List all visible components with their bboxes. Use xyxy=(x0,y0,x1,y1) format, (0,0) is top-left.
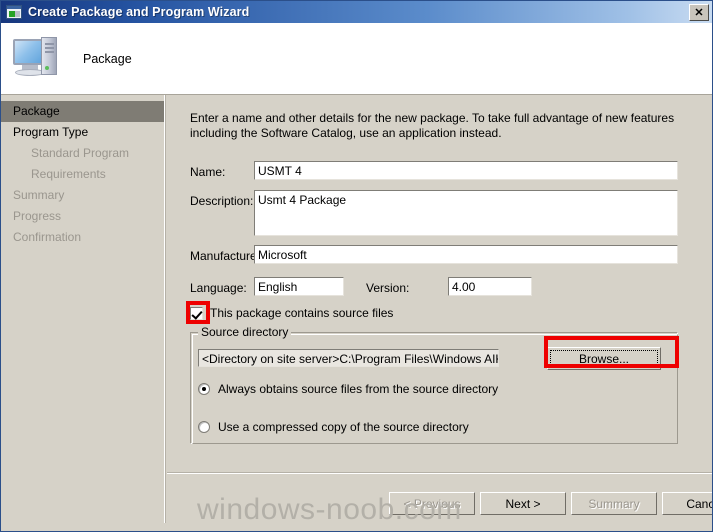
wizard-window-icon xyxy=(6,5,22,19)
wizard-step-list: Package Program Type Standard Program Re… xyxy=(1,95,164,531)
version-label: Version: xyxy=(366,281,410,295)
source-files-checkbox-label: This package contains source files xyxy=(210,306,394,320)
sidebar-item-summary[interactable]: Summary xyxy=(1,185,164,206)
sidebar-item-confirmation[interactable]: Confirmation xyxy=(1,227,164,248)
wizard-dialog: Create Package and Program Wizard ✕ Pack… xyxy=(0,0,713,532)
page-title: Package xyxy=(83,52,132,66)
source-files-checkbox-row[interactable]: This package contains source files xyxy=(190,306,393,320)
source-directory-group-title: Source directory xyxy=(198,325,292,339)
manufacturer-input[interactable]: Microsoft xyxy=(254,245,678,264)
radio-compressed-copy-row[interactable]: Use a compressed copy of the source dire… xyxy=(198,420,469,434)
footer-divider xyxy=(167,473,712,474)
previous-button: < Previous xyxy=(389,492,475,515)
radio-always-obtain-row[interactable]: Always obtains source files from the sou… xyxy=(198,382,498,396)
bottom-strip xyxy=(1,523,712,531)
description-input[interactable]: Usmt 4 Package xyxy=(254,190,678,236)
sidebar-divider xyxy=(164,95,165,531)
sidebar-item-requirements[interactable]: Requirements xyxy=(1,164,164,185)
next-button[interactable]: Next > xyxy=(480,492,566,515)
close-icon[interactable]: ✕ xyxy=(689,4,709,21)
name-input[interactable]: USMT 4 xyxy=(254,161,678,180)
source-files-checkbox[interactable] xyxy=(190,306,203,320)
language-label: Language: xyxy=(190,281,247,295)
window-title: Create Package and Program Wizard xyxy=(28,5,250,19)
sidebar-divider-shadow xyxy=(165,95,166,531)
browse-button[interactable]: Browse... xyxy=(547,347,661,370)
summary-button: Summary xyxy=(571,492,657,515)
language-input[interactable]: English xyxy=(254,277,344,296)
description-label: Description: xyxy=(190,194,254,208)
main-panel: Enter a name and other details for the n… xyxy=(167,95,712,531)
radio-compressed-copy[interactable] xyxy=(198,421,210,433)
radio-always-obtain-label: Always obtains source files from the sou… xyxy=(218,382,499,396)
source-directory-input[interactable]: <Directory on site server>C:\Program Fil… xyxy=(198,349,499,367)
version-input[interactable]: 4.00 xyxy=(448,277,532,296)
sidebar-item-progress[interactable]: Progress xyxy=(1,206,164,227)
title-bar: Create Package and Program Wizard ✕ xyxy=(1,1,712,23)
radio-always-obtain[interactable] xyxy=(198,383,210,395)
intro-text: Enter a name and other details for the n… xyxy=(190,111,675,140)
sidebar-item-standard-program[interactable]: Standard Program xyxy=(1,143,164,164)
radio-compressed-copy-label: Use a compressed copy of the source dire… xyxy=(218,420,469,434)
cancel-button[interactable]: Cancel xyxy=(662,492,712,515)
sidebar-item-program-type[interactable]: Program Type xyxy=(1,122,164,143)
wizard-header: Package xyxy=(1,23,712,95)
manufacturer-label: Manufacturer: xyxy=(190,249,265,263)
sidebar-item-package[interactable]: Package xyxy=(1,101,164,122)
name-label: Name: xyxy=(190,165,226,179)
computer-icon xyxy=(13,37,65,81)
